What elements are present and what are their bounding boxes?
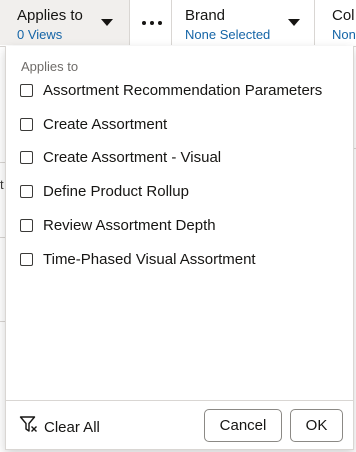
checkbox[interactable]: [20, 150, 33, 164]
option-create-assortment-visual[interactable]: Create Assortment - Visual: [20, 146, 340, 168]
option-label: Review Assortment Depth: [43, 216, 216, 234]
more-filters-button[interactable]: [131, 0, 172, 45]
applies-to-popup: Applies to Assortment Recommendation Par…: [5, 46, 354, 450]
more-icon: [142, 21, 162, 25]
col-value: Non: [332, 27, 356, 42]
option-review-assortment-depth[interactable]: Review Assortment Depth: [20, 214, 340, 236]
checkbox[interactable]: [20, 252, 33, 266]
checkbox[interactable]: [20, 218, 33, 232]
checkbox[interactable]: [20, 184, 33, 198]
ok-button[interactable]: OK: [290, 409, 343, 442]
col-filter[interactable]: Col Non: [316, 0, 356, 45]
clear-all-button[interactable]: Clear All: [19, 416, 100, 438]
option-label: Time-Phased Visual Assortment: [43, 250, 256, 268]
clear-filter-icon: [19, 415, 38, 439]
cancel-button[interactable]: Cancel: [204, 409, 282, 442]
chevron-down-icon: [101, 19, 113, 26]
brand-value: None Selected: [185, 27, 271, 42]
chevron-down-icon: [288, 19, 300, 26]
option-label: Create Assortment - Visual: [43, 148, 222, 166]
filter-bar: Applies to 0 Views Brand None Selected C…: [0, 0, 356, 47]
checkbox[interactable]: [20, 117, 33, 131]
brand-filter[interactable]: Brand None Selected: [173, 0, 315, 45]
checkbox[interactable]: [20, 83, 33, 97]
option-create-assortment[interactable]: Create Assortment: [20, 113, 340, 135]
option-define-product-rollup[interactable]: Define Product Rollup: [20, 180, 340, 202]
option-label: Create Assortment: [43, 115, 168, 133]
option-assortment-recommendation-parameters[interactable]: Assortment Recommendation Parameters: [20, 79, 340, 101]
applies-to-filter[interactable]: Applies to 0 Views: [0, 0, 130, 45]
footer-divider: [6, 400, 353, 401]
popup-header: Applies to: [21, 59, 79, 74]
applies-to-value: 0 Views: [17, 27, 63, 42]
background-text: t: [0, 177, 4, 192]
col-title: Col: [332, 7, 355, 24]
clear-all-label: Clear All: [44, 418, 100, 436]
option-label: Assortment Recommendation Parameters: [43, 81, 323, 99]
option-label: Define Product Rollup: [43, 182, 189, 200]
option-time-phased-visual-assortment[interactable]: Time-Phased Visual Assortment: [20, 248, 340, 270]
